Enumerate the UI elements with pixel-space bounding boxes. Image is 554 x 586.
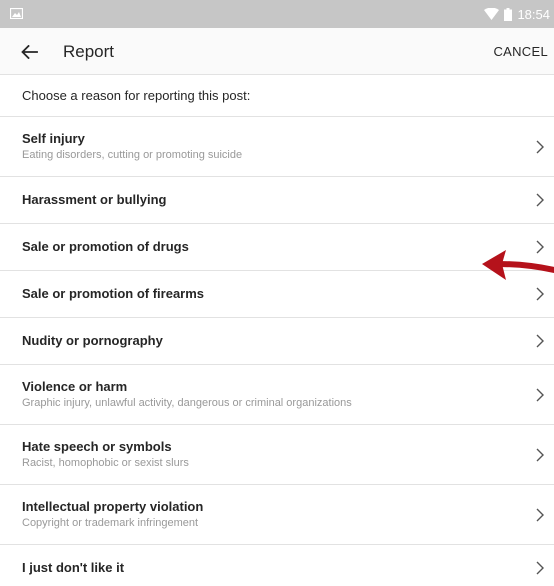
reason-drugs[interactable]: Sale or promotion of drugs — [0, 224, 554, 271]
status-bar: 18:54 — [0, 0, 554, 28]
back-button[interactable] — [14, 38, 44, 66]
reason-label: I just don't like it — [22, 560, 125, 575]
reason-violence[interactable]: Violence or harm Graphic injury, unlawfu… — [0, 365, 554, 425]
reason-firearms[interactable]: Sale or promotion of firearms — [0, 271, 554, 318]
reason-label: Nudity or pornography — [22, 333, 163, 348]
reason-label: Intellectual property violation — [22, 499, 204, 514]
reason-label: Violence or harm — [22, 379, 128, 394]
chevron-right-icon — [536, 388, 544, 401]
status-time: 18:54 — [517, 6, 550, 22]
reason-description: Graphic injury, unlawful activity, dange… — [22, 397, 352, 409]
reason-label: Hate speech or symbols — [22, 439, 172, 454]
page-title: Report — [63, 42, 115, 61]
chevron-right-icon — [536, 448, 544, 461]
chevron-right-icon — [536, 240, 544, 254]
back-arrow-icon — [20, 45, 38, 59]
cancel-button[interactable]: CANCEL — [493, 28, 548, 75]
reason-label: Harassment or bullying — [22, 192, 167, 207]
reason-harassment[interactable]: Harassment or bullying — [0, 177, 554, 224]
chevron-right-icon — [536, 334, 544, 348]
reason-label: Self injury — [22, 131, 85, 146]
wifi-icon — [484, 8, 500, 20]
chevron-right-icon — [536, 508, 544, 521]
chevron-right-icon — [536, 561, 544, 575]
reason-description: Copyright or trademark infringement — [22, 517, 199, 529]
chevron-right-icon — [536, 287, 544, 301]
reason-label: Sale or promotion of drugs — [22, 239, 189, 254]
chevron-right-icon — [536, 140, 544, 153]
reason-description: Racist, homophobic or sexist slurs — [22, 457, 189, 469]
reason-ip-violation[interactable]: Intellectual property violation Copyrigh… — [0, 485, 554, 545]
app-bar: Report CANCEL — [0, 28, 554, 75]
reason-label: Sale or promotion of firearms — [22, 286, 205, 301]
reason-nudity[interactable]: Nudity or pornography — [0, 318, 554, 365]
report-prompt: Choose a reason for reporting this post: — [0, 75, 554, 117]
reason-dont-like[interactable]: I just don't like it — [0, 545, 554, 586]
reason-description: Eating disorders, cutting or promoting s… — [22, 149, 243, 161]
reason-list: Self injury Eating disorders, cutting or… — [0, 117, 554, 586]
battery-icon — [504, 7, 513, 21]
reason-self-injury[interactable]: Self injury Eating disorders, cutting or… — [0, 117, 554, 177]
chevron-right-icon — [536, 193, 544, 207]
image-icon — [10, 8, 23, 19]
reason-hate-speech[interactable]: Hate speech or symbols Racist, homophobi… — [0, 425, 554, 485]
